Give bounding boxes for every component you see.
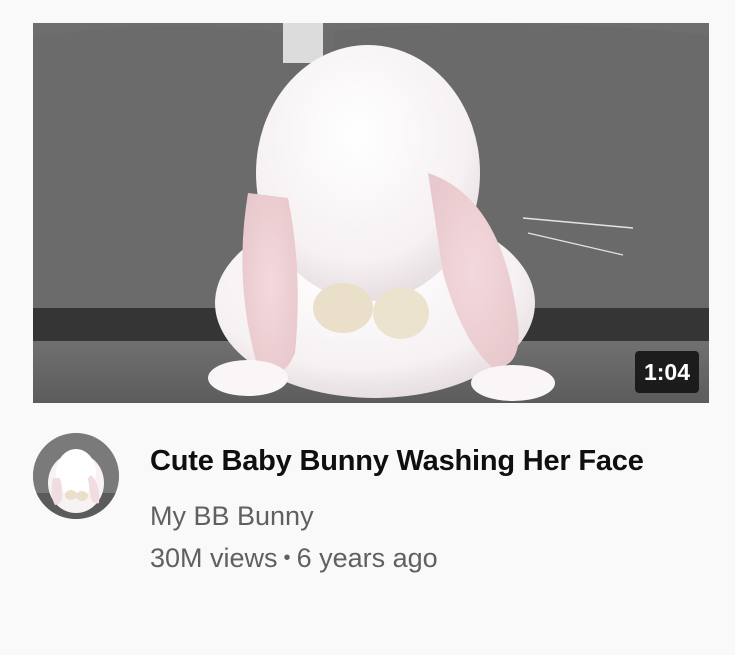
- video-stats: 30M views • 6 years ago: [150, 541, 690, 575]
- channel-name[interactable]: My BB Bunny: [150, 499, 690, 533]
- upload-age: 6 years ago: [296, 543, 438, 573]
- video-card: 1:04 Cute Baby Bunny Washing Her Face My…: [0, 0, 735, 655]
- video-meta: Cute Baby Bunny Washing Her Face My BB B…: [150, 437, 690, 575]
- video-title[interactable]: Cute Baby Bunny Washing Her Face: [150, 437, 690, 485]
- view-count: 30M views: [150, 543, 278, 573]
- video-thumbnail[interactable]: 1:04: [33, 23, 709, 403]
- duration-badge: 1:04: [634, 351, 699, 393]
- separator-dot: •: [283, 547, 291, 569]
- channel-avatar[interactable]: [33, 433, 119, 519]
- bunny-avatar-image: [33, 433, 119, 519]
- bunny-thumbnail-image: [33, 23, 709, 403]
